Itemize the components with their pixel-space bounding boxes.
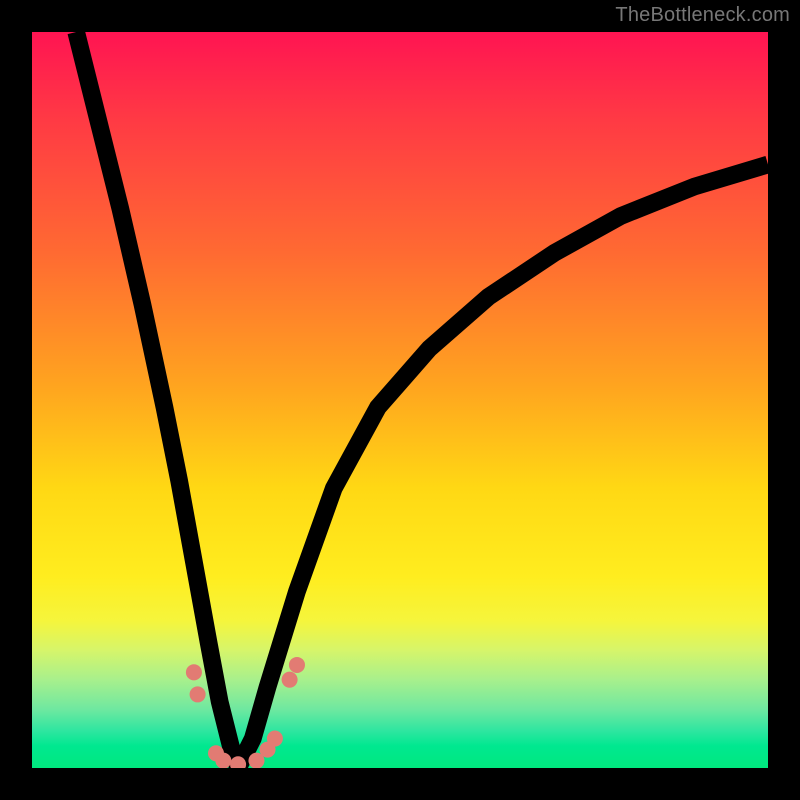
watermark-label: TheBottleneck.com	[615, 4, 790, 27]
chart-frame: TheBottleneck.com	[0, 0, 800, 800]
curve-left-arm	[76, 32, 238, 768]
marker-point	[186, 664, 202, 680]
marker-point	[282, 672, 298, 688]
marker-point	[289, 657, 305, 673]
curve-right-arm	[238, 164, 768, 768]
curves-layer	[32, 32, 768, 768]
marker-point	[267, 731, 283, 747]
marker-point	[215, 753, 231, 768]
marker-point	[190, 686, 206, 702]
plot-area	[32, 32, 768, 768]
